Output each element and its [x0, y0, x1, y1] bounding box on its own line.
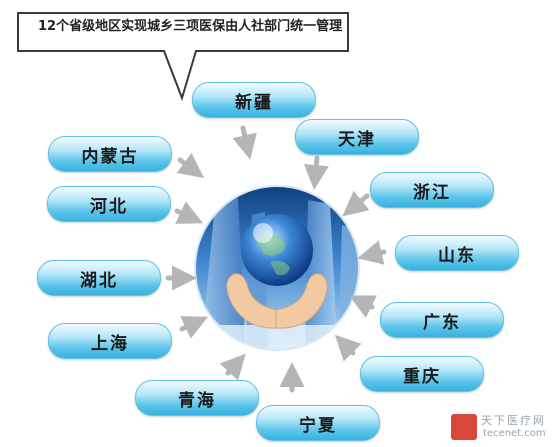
region-qinghai: 青海 [135, 380, 259, 416]
callout-text: 12个省级地区实现城乡三项医保由人社部门统一管理 [38, 19, 343, 34]
arrow-zhejiang [342, 190, 370, 217]
region-shandong: 山东 [395, 235, 519, 271]
region-ningxia: 宁夏 [256, 405, 380, 441]
arrow-hebei [174, 201, 204, 224]
arrow-xinjiang [232, 125, 257, 160]
watermark-name: 天下医疗网 [481, 414, 546, 427]
arrow-neimenggu [176, 153, 204, 178]
arrow-shandong [357, 240, 387, 265]
arrow-chongqing [334, 334, 362, 362]
watermark-seal-icon [451, 414, 477, 440]
region-zhejiang: 浙江 [370, 172, 494, 208]
arrow-guangdong [349, 295, 378, 318]
arrow-tianjin [303, 155, 329, 190]
watermark-url: tecenet.com [483, 428, 546, 439]
region-neimenggu: 内蒙古 [48, 136, 172, 172]
region-hubei: 湖北 [37, 260, 161, 296]
center-image [189, 180, 365, 356]
region-hebei: 河北 [47, 186, 171, 222]
arrow-qinghai [219, 353, 246, 381]
watermark: 天下医疗网 tecenet.com [451, 408, 551, 444]
region-tianjin: 天津 [295, 119, 419, 155]
region-guangdong: 广东 [380, 302, 504, 338]
region-shanghai: 上海 [48, 323, 172, 359]
arrow-shanghai [179, 316, 209, 339]
region-chongqing: 重庆 [360, 356, 484, 392]
region-xinjiang: 新疆 [192, 82, 316, 118]
